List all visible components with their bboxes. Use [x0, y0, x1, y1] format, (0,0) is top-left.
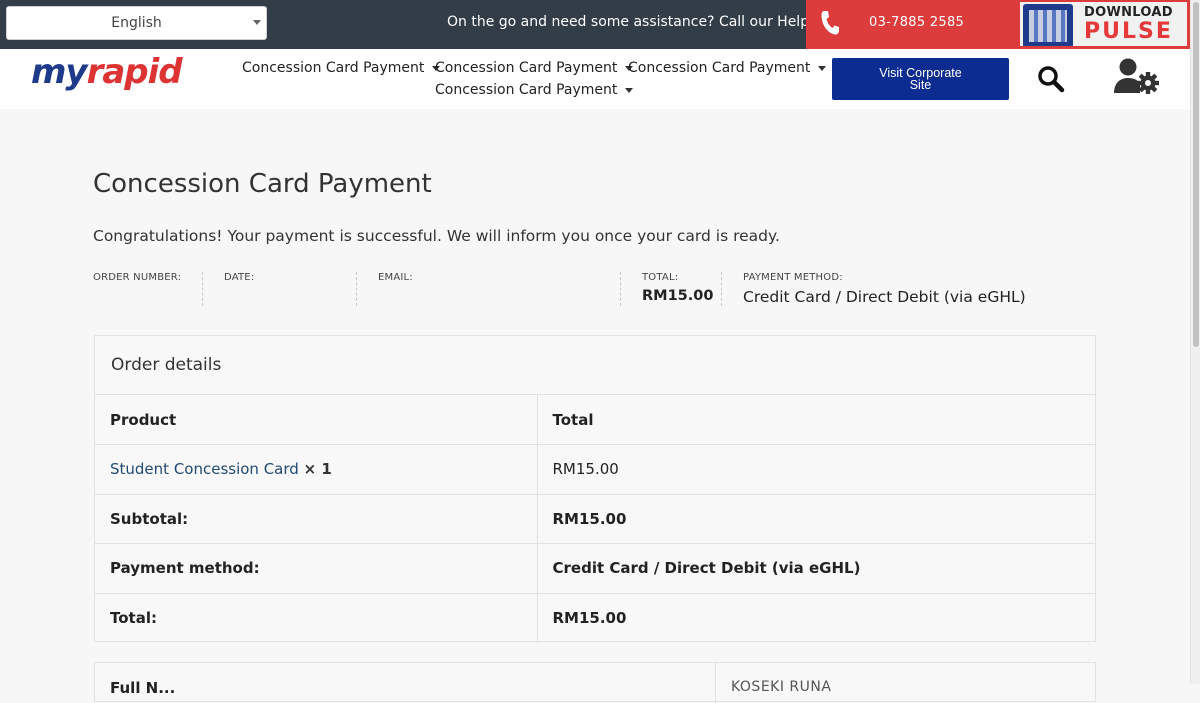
date-label: DATE:: [224, 272, 255, 283]
pulse-banner-inner: DOWNLOAD PULSE: [1020, 2, 1187, 46]
nav-item-label: Concession Card Payment: [242, 60, 425, 76]
table-row: Subtotal: RM15.00: [95, 494, 1095, 544]
nav-item-3[interactable]: Concession Card Payment: [628, 60, 827, 76]
scrollbar-thumb[interactable]: [1193, 2, 1199, 347]
subtotal-value: RM15.00: [537, 494, 1095, 544]
helpline-phone[interactable]: 03-7885 2585: [806, 0, 1020, 49]
nav-item-label: Concession Card Payment: [628, 60, 811, 76]
payment-method-label: PAYMENT METHOD:: [743, 272, 843, 283]
pulse-app-image: [1023, 4, 1073, 46]
nav-item-label: Concession Card Payment: [435, 82, 618, 98]
order-number-field: ORDER NUMBER:: [93, 272, 181, 283]
caret-down-icon: [625, 87, 634, 93]
payment-method-row-value: Credit Card / Direct Debit (via eGHL): [537, 543, 1095, 594]
language-select[interactable]: English: [6, 6, 267, 40]
visit-corporate-site-button[interactable]: Visit Corporate Site: [832, 58, 1009, 100]
pulse-logo: PULSE: [1084, 19, 1173, 44]
phone-number[interactable]: 03-7885 2585: [869, 15, 964, 30]
account-settings-icon[interactable]: [1113, 57, 1159, 97]
email-label: EMAIL:: [378, 272, 413, 283]
total-value: RM15.00: [642, 288, 714, 304]
search-icon[interactable]: [1037, 65, 1065, 93]
page-title: Concession Card Payment: [93, 169, 432, 199]
total-row-label: Total:: [95, 593, 538, 643]
order-details-table: Product Total Student Concession Card × …: [95, 395, 1095, 643]
table-row: Student Concession Card × 1 RM15.00: [95, 444, 1095, 495]
total-field: TOTAL: RM15.00: [642, 272, 713, 304]
product-link[interactable]: Student Concession Card: [110, 460, 299, 478]
table-header-row: Product Total: [95, 395, 1095, 445]
product-column-header: Product: [95, 395, 538, 445]
payment-method-field: PAYMENT METHOD: Credit Card / Direct Deb…: [743, 272, 1026, 306]
nav-item-2[interactable]: Concession Card Payment: [435, 60, 634, 76]
logo-my: my: [31, 52, 88, 92]
table-row: Total: RM15.00: [95, 593, 1095, 643]
order-details-section: Order details Product Total Student Conc…: [94, 335, 1096, 643]
full-name-label: Full N...: [110, 679, 176, 697]
chevron-down-icon: [253, 20, 261, 25]
phone-icon: [821, 11, 839, 35]
table-row: Payment method: Credit Card / Direct Deb…: [95, 543, 1095, 594]
divider: [715, 663, 716, 703]
page-scrollbar[interactable]: [1190, 0, 1200, 684]
payment-method-row-label: Payment method:: [95, 543, 538, 594]
total-label: TOTAL:: [642, 272, 679, 283]
helpline-text: On the go and need some assistance? Call…: [447, 14, 840, 30]
pulse-download-text: DOWNLOAD: [1084, 5, 1173, 20]
total-column-header: Total: [537, 395, 1095, 445]
logo-rapid: rapid: [86, 52, 183, 92]
myrapid-logo[interactable]: myrapid: [31, 52, 183, 92]
payment-success-message: Congratulations! Your payment is success…: [93, 227, 780, 245]
subtotal-label: Subtotal:: [95, 494, 538, 544]
product-quantity: × 1: [303, 460, 332, 479]
payment-method-value: Credit Card / Direct Debit (via eGHL): [743, 288, 1026, 306]
divider: [620, 272, 621, 306]
customer-details-section: Full N... KOSEKI RUNA: [94, 662, 1096, 703]
divider: [721, 272, 722, 306]
order-number-label: ORDER NUMBER:: [93, 272, 182, 283]
divider: [356, 272, 357, 306]
nav-item-1[interactable]: Concession Card Payment: [242, 60, 441, 76]
caret-down-icon: [818, 65, 827, 71]
divider: [202, 272, 203, 306]
date-field: DATE:: [224, 272, 254, 283]
order-details-heading: Order details: [95, 336, 1095, 395]
total-row-value: RM15.00: [552, 609, 627, 627]
nav-item-label: Concession Card Payment: [435, 60, 618, 76]
full-name-value: KOSEKI RUNA: [731, 679, 832, 695]
product-total: RM15.00: [537, 444, 1095, 495]
top-bar: English On the go and need some assistan…: [0, 0, 1190, 49]
site-header: myrapid Concession Card Payment Concessi…: [0, 49, 1190, 109]
nav-item-4[interactable]: Concession Card Payment: [435, 82, 634, 98]
email-field: EMAIL:: [378, 272, 413, 283]
language-value: English: [111, 15, 162, 31]
product-cell: Student Concession Card × 1: [95, 444, 538, 495]
download-pulse-banner[interactable]: DOWNLOAD PULSE: [1020, 0, 1190, 49]
